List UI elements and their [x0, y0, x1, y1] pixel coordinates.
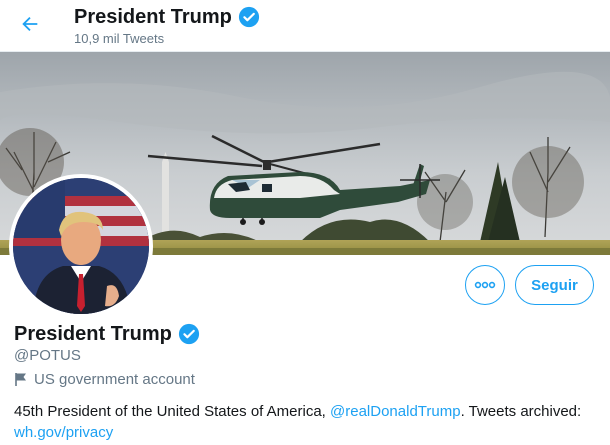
more-icon: [474, 281, 496, 289]
header-title: President Trump: [74, 5, 260, 29]
account-label: US government account: [14, 371, 195, 388]
profile-handle: @POTUS: [14, 347, 81, 364]
more-options-button[interactable]: [465, 265, 505, 305]
profile-name: President Trump: [14, 323, 172, 345]
profile-bio: 45th President of the United States of A…: [14, 401, 604, 443]
header-name: President Trump: [74, 6, 232, 28]
flag-icon: [15, 373, 26, 386]
profile-name-row: President Trump: [14, 322, 200, 346]
verified-badge-icon: [238, 6, 259, 28]
bio-text-before: 45th President of the United States of A…: [14, 403, 331, 420]
follow-button[interactable]: Seguir: [515, 265, 594, 305]
arrow-left-icon: [22, 16, 38, 32]
bio-text-after: . Tweets archived:: [460, 403, 582, 420]
profile-avatar[interactable]: [9, 174, 153, 318]
tweet-count: 10,9 mil Tweets: [74, 31, 165, 46]
back-button[interactable]: [14, 8, 46, 40]
profile-header: President Trump 10,9 mil Tweets: [0, 0, 610, 52]
verified-badge-icon: [178, 323, 199, 345]
avatar-image: [13, 178, 149, 314]
account-label-text: US government account: [34, 371, 195, 388]
bio-mention-link[interactable]: @realDonaldTrump: [330, 403, 461, 420]
bio-website-link[interactable]: wh.gov/privacy: [14, 424, 113, 441]
